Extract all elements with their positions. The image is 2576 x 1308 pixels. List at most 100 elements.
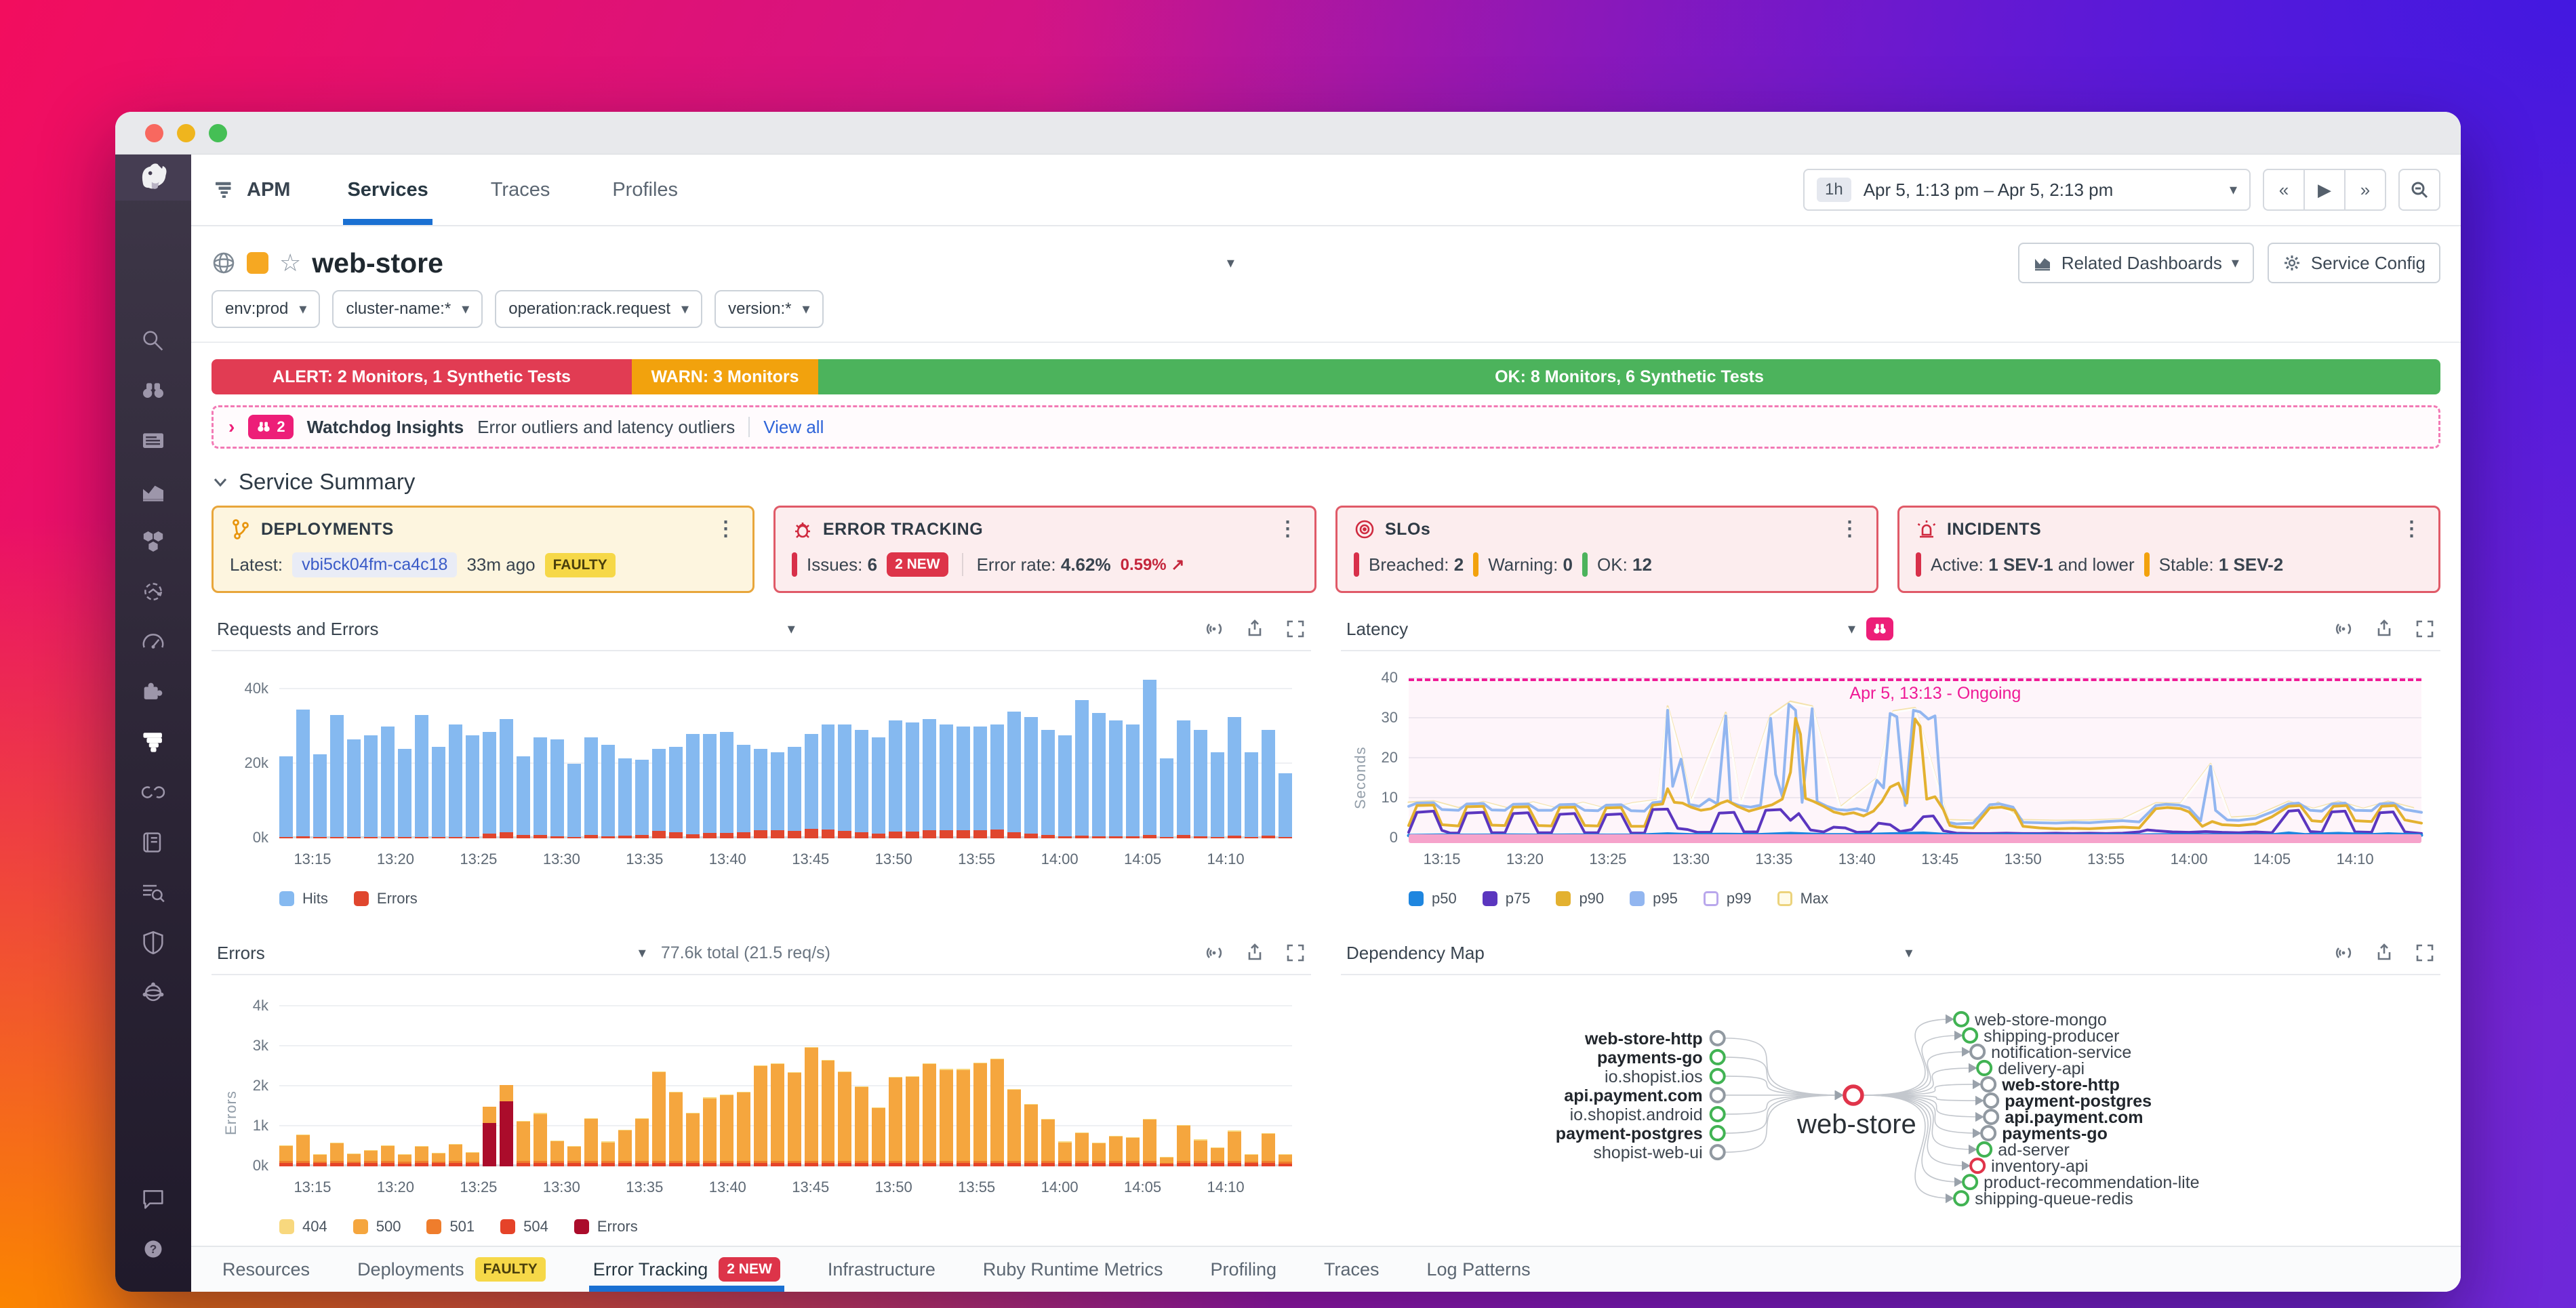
bar[interactable] <box>347 670 361 838</box>
tab-log-patterns[interactable]: Log Patterns <box>1427 1247 1531 1292</box>
dependency-node[interactable]: shipping-queue-redis <box>1954 1189 2133 1208</box>
bar[interactable] <box>415 994 428 1166</box>
logs-icon[interactable] <box>115 817 191 867</box>
export-icon[interactable] <box>1245 619 1265 639</box>
bar[interactable] <box>771 670 784 838</box>
bar[interactable] <box>652 994 666 1166</box>
bar[interactable] <box>517 994 530 1166</box>
bar[interactable] <box>1109 670 1123 838</box>
feedback-chat-icon[interactable] <box>115 1174 191 1224</box>
bar[interactable] <box>1160 670 1173 838</box>
filter-operation[interactable]: operation:rack.request▾ <box>495 290 702 328</box>
bar[interactable] <box>567 994 581 1166</box>
export-icon[interactable] <box>1245 943 1265 963</box>
bar[interactable] <box>500 994 513 1166</box>
bar[interactable] <box>1143 994 1156 1166</box>
filter-cluster-name[interactable]: cluster-name:*▾ <box>332 290 483 328</box>
monitor-status-ok[interactable]: OK: 8 Monitors, 6 Synthetic Tests <box>818 359 2440 394</box>
dependency-node[interactable]: web-store-http <box>1584 1029 1725 1048</box>
bar[interactable] <box>754 994 767 1166</box>
zoom-window-button[interactable] <box>209 124 227 142</box>
chevron-down-icon[interactable]: ▾ <box>1848 620 1855 638</box>
chart-title[interactable]: Errors <box>217 943 265 964</box>
bar[interactable] <box>1279 670 1292 838</box>
dashboards-icon[interactable] <box>115 617 191 667</box>
service-config-button[interactable]: Service Config <box>2268 243 2440 283</box>
legend-item[interactable]: p50 <box>1409 890 1457 907</box>
bar[interactable] <box>652 670 666 838</box>
bar[interactable] <box>1007 994 1021 1166</box>
zoom-out-button[interactable] <box>2398 169 2440 211</box>
bar[interactable] <box>1126 994 1140 1166</box>
bar[interactable] <box>1262 670 1275 838</box>
bar[interactable] <box>889 994 902 1166</box>
legend-item[interactable]: Hits <box>279 890 328 907</box>
related-dashboards-button[interactable]: Related Dashboards ▾ <box>2018 243 2254 283</box>
create-monitor-icon[interactable] <box>2333 619 2354 639</box>
tab-traces[interactable]: Traces <box>1324 1247 1380 1292</box>
favorite-star-icon[interactable]: ☆ <box>279 251 301 275</box>
bar[interactable] <box>296 670 310 838</box>
bar[interactable] <box>415 670 428 838</box>
tab-ruby-runtime-metrics[interactable]: Ruby Runtime Metrics <box>983 1247 1163 1292</box>
bar[interactable] <box>534 670 547 838</box>
bar[interactable] <box>1126 670 1140 838</box>
time-backward-button[interactable]: « <box>2263 169 2303 211</box>
bar[interactable] <box>1177 994 1190 1166</box>
deployments-card[interactable]: DEPLOYMENTS ⋮ Latest: vbi5ck04fm-ca4c18 … <box>212 506 754 593</box>
tab-profiling[interactable]: Profiling <box>1210 1247 1276 1292</box>
legend-item[interactable]: 404 <box>279 1218 327 1235</box>
bar[interactable] <box>466 994 479 1166</box>
card-menu-button[interactable]: ⋮ <box>716 521 737 537</box>
bar[interactable] <box>1109 994 1123 1166</box>
bar[interactable] <box>805 994 818 1166</box>
bar[interactable] <box>669 670 683 838</box>
deployment-version-link[interactable]: vbi5ck04fm-ca4c18 <box>292 552 457 577</box>
fullscreen-icon[interactable] <box>1285 943 1306 963</box>
bar[interactable] <box>313 670 327 838</box>
card-menu-button[interactable]: ⋮ <box>2402 521 2423 537</box>
bar[interactable] <box>1245 994 1258 1166</box>
bar[interactable] <box>990 670 1004 838</box>
bar[interactable] <box>618 670 632 838</box>
bar[interactable] <box>466 670 479 838</box>
chart-title[interactable]: Dependency Map <box>1346 943 1485 964</box>
datadog-logo-icon[interactable] <box>115 155 191 201</box>
bar[interactable] <box>923 994 936 1166</box>
bar[interactable] <box>432 670 445 838</box>
minimize-window-button[interactable] <box>177 124 195 142</box>
incidents-card[interactable]: INCIDENTS ⋮ Active: 1 SEV-1 and lower St… <box>1897 506 2440 593</box>
bar[interactable] <box>618 994 632 1166</box>
bar[interactable] <box>279 994 293 1166</box>
bar[interactable] <box>838 670 851 838</box>
fullscreen-icon[interactable] <box>1285 619 1306 639</box>
tab-profiles[interactable]: Profiles <box>603 155 687 225</box>
bar[interactable] <box>788 670 801 838</box>
bar[interactable] <box>483 670 496 838</box>
watchdog-insights-bar[interactable]: › 2 Watchdog Insights Error outliers and… <box>212 405 2440 449</box>
bar[interactable] <box>500 670 513 838</box>
bar[interactable] <box>1024 994 1038 1166</box>
log-explorer-icon[interactable] <box>115 867 191 918</box>
bar[interactable] <box>1041 994 1055 1166</box>
time-forward-button[interactable]: » <box>2344 169 2386 211</box>
bar[interactable] <box>805 670 818 838</box>
bar[interactable] <box>720 994 733 1166</box>
tab-infrastructure[interactable]: Infrastructure <box>828 1247 935 1292</box>
integrations-icon[interactable] <box>115 667 191 717</box>
bar[interactable] <box>347 994 361 1166</box>
bar[interactable] <box>872 994 885 1166</box>
bar[interactable] <box>550 994 564 1166</box>
bar[interactable] <box>889 670 902 838</box>
bar[interactable] <box>601 994 615 1166</box>
bar[interactable] <box>313 994 327 1166</box>
tab-deployments[interactable]: DeploymentsFAULTY <box>357 1247 546 1292</box>
events-icon[interactable] <box>115 416 191 466</box>
bar[interactable] <box>872 670 885 838</box>
metrics-icon[interactable] <box>115 466 191 516</box>
bar[interactable] <box>990 994 1004 1166</box>
bar[interactable] <box>703 670 717 838</box>
bar[interactable] <box>940 994 953 1166</box>
legend-item[interactable]: Errors <box>354 890 418 907</box>
legend-item[interactable]: p95 <box>1630 890 1678 907</box>
